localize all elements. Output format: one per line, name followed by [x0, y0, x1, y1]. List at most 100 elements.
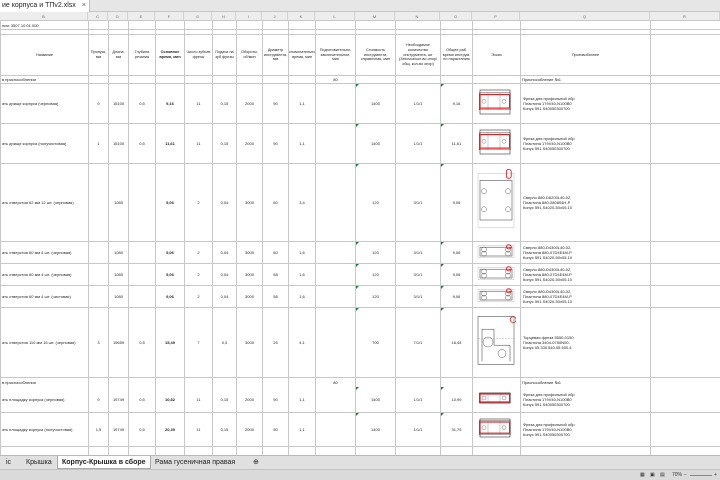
cell-aux-time[interactable]: 4,1 [289, 308, 315, 377]
column-header-k[interactable]: K [288, 12, 315, 21]
sheet-tab[interactable]: іс [2, 456, 15, 469]
cell-rpm[interactable]: 3000 [237, 242, 262, 263]
cell-teeth[interactable]: 11 [185, 124, 212, 163]
cell-main-time[interactable]: 9,06 [156, 286, 184, 307]
cell-tools-qty[interactable]: 1/1/1 [396, 413, 440, 446]
cell-depth[interactable]: 0,5 [129, 387, 155, 412]
cell-depth[interactable]: 0,5 [129, 84, 155, 123]
cell-length[interactable]: 1080 [109, 286, 128, 307]
normal-view-icon[interactable]: ▦ [640, 470, 645, 480]
column-header-m[interactable]: M [355, 12, 395, 21]
cell-total-time[interactable]: 9,16 [441, 84, 472, 123]
cell-rpm[interactable]: 3000 [237, 308, 262, 377]
column-header-h[interactable]: H [212, 12, 236, 21]
cell-cost[interactable]: 120 [356, 242, 395, 263]
cell-tools-qty[interactable]: 3/1/1 [396, 164, 440, 241]
cell-allowance[interactable]: 9 [89, 387, 108, 412]
cell-name[interactable]: ать отверстия 62 мм 12 шт. (черновая) [1, 164, 88, 241]
cell-main-time[interactable]: 9,16 [156, 84, 184, 123]
cell-length[interactable]: 15100 [109, 124, 128, 163]
cell-main-time[interactable]: 11,61 [156, 124, 184, 163]
cell-tools[interactable]: Фреза для профильной обр Пластина 179V40-… [522, 413, 719, 446]
cell-rpm[interactable]: 3000 [237, 286, 262, 307]
sheet-tab[interactable]: Рама гусеничная правая [151, 456, 239, 469]
cell-title-note[interactable]: ния: 3507.10.01.000 [1, 22, 121, 29]
cell-name[interactable]: ать отверстия 60 мм 4 шт. (черновая) [1, 264, 88, 285]
cell-diameter[interactable]: 90 [263, 387, 288, 412]
cell-allowance[interactable] [89, 164, 108, 241]
cell-allowance[interactable] [89, 264, 108, 285]
zoom-slider[interactable] [690, 475, 712, 476]
cell-name[interactable]: ать площадку корпуса (получистовая) [1, 413, 88, 446]
cell-aux-time[interactable]: 1,6 [289, 264, 315, 285]
cell-allowance[interactable]: 9 [89, 84, 108, 123]
cell-feed[interactable]: 0,15 [213, 413, 236, 446]
header-main-time[interactable]: Основное время, мин [156, 35, 184, 75]
cell-feed[interactable]: 0,04 [213, 264, 236, 285]
cell-aux-time[interactable]: 1,1 [289, 84, 315, 123]
page-break-icon[interactable]: ▤ [660, 470, 665, 480]
header-sketch[interactable]: Эскиз [473, 35, 520, 75]
cell-main-time[interactable]: 10,82 [156, 387, 184, 412]
cell-length[interactable]: 19659 [109, 308, 128, 377]
cell-tools-qty[interactable]: 3/1/1 [396, 286, 440, 307]
cell-diameter[interactable]: 90 [263, 413, 288, 446]
cell-rpm[interactable]: 2000 [237, 84, 262, 123]
cell-teeth[interactable]: 11 [185, 84, 212, 123]
cell-depth[interactable]: 0,5 [129, 124, 155, 163]
header-prep-time[interactable]: Подготовительно-заключительное, мин [316, 35, 355, 75]
cell-tools-qty[interactable]: 1/1/1 [396, 387, 440, 412]
cell-depth[interactable] [129, 242, 155, 263]
zoom-out-button[interactable]: − [684, 470, 687, 480]
cell-cost[interactable]: 120 [356, 264, 395, 285]
cell-tools[interactable]: Торцевая фреза 5550-0150 Пластина 3404-07… [522, 308, 719, 377]
cell-teeth[interactable]: 2 [185, 286, 212, 307]
column-header-q[interactable]: Q [520, 12, 650, 21]
cell-feed[interactable]: 0,3 [213, 308, 236, 377]
cell-length[interactable]: 1080 [109, 164, 128, 241]
header-feed[interactable]: Подача на зуб фрезы [213, 35, 236, 75]
cell-tools-qty[interactable]: 1/1/1 [396, 84, 440, 123]
cell-aux-time[interactable]: 1,1 [289, 413, 315, 446]
add-sheet-icon[interactable]: ⊕ [249, 456, 263, 469]
cell-tools-qty[interactable]: 1/1/1 [396, 124, 440, 163]
cell-allowance[interactable] [89, 286, 108, 307]
cell-diameter[interactable]: 58 [263, 264, 288, 285]
column-header-b[interactable]: B [0, 12, 88, 21]
cell-diameter[interactable]: 60 [263, 242, 288, 263]
cell-tools-qty[interactable]: 3/1/1 [396, 264, 440, 285]
cell-tools-qty[interactable]: 3/1/1 [396, 242, 440, 263]
cell-length[interactable]: 19749 [109, 413, 128, 446]
cell-name[interactable]: ать отверстия 60 мм 4 шт. (черновая) [1, 242, 88, 263]
cell-tools[interactable]: Сверло 880-D6200L40-02, Пластина 880-0808… [522, 164, 719, 241]
cell-total-time[interactable]: 9,06 [441, 264, 472, 285]
cell-aux-time[interactable]: 1,1 [289, 387, 315, 412]
column-header-o[interactable]: O [440, 12, 472, 21]
cell-name[interactable]: ать отверстия 110 мм 16 шт. (черновая) [1, 308, 88, 377]
cell-name[interactable]: ать отверстия 60 мм 4 шт. (чистовая) [1, 286, 88, 307]
group-row-label[interactable]: в приспособлении [1, 76, 88, 83]
cell-total-time[interactable]: 11,61 [441, 124, 472, 163]
cell-rpm[interactable]: 3000 [237, 264, 262, 285]
cell-feed[interactable]: 0,04 [213, 286, 236, 307]
close-icon[interactable]: × [82, 0, 86, 12]
cell-diameter[interactable]: 60 [263, 164, 288, 241]
column-header-g[interactable]: G [184, 12, 212, 21]
cell-feed[interactable]: 0,04 [213, 242, 236, 263]
column-header-p[interactable]: P [472, 12, 520, 21]
cell-length[interactable]: 1080 [109, 264, 128, 285]
column-header-c[interactable]: C [88, 12, 108, 21]
sheet-tab[interactable]: Корпус-Крышка в сборе [57, 456, 151, 469]
cell-allowance[interactable]: 3 [89, 308, 108, 377]
cell-tools[interactable]: Фреза для профильной обр Пластина 179V40-… [522, 387, 719, 412]
cell-tools[interactable]: Сверло 880-D4300L40-02, Пластина 880-07D4… [522, 242, 719, 263]
header-aux-time[interactable]: Вспомогательное время, мин [289, 35, 315, 75]
cell-tools[interactable]: Сверло 880-D4300L40-02, Пластина 880-07D4… [522, 286, 719, 307]
cell-tools-qty[interactable]: 7/1/1 [396, 308, 440, 377]
cell-main-time[interactable]: 9,06 [156, 164, 184, 241]
cell-feed[interactable]: 0,15 [213, 387, 236, 412]
cell-allowance[interactable]: 1,5 [89, 413, 108, 446]
page-layout-icon[interactable]: ▣ [650, 470, 655, 480]
group-row-fixture[interactable]: Приспособление №1 [521, 76, 650, 83]
cell-teeth[interactable]: 11 [185, 413, 212, 446]
